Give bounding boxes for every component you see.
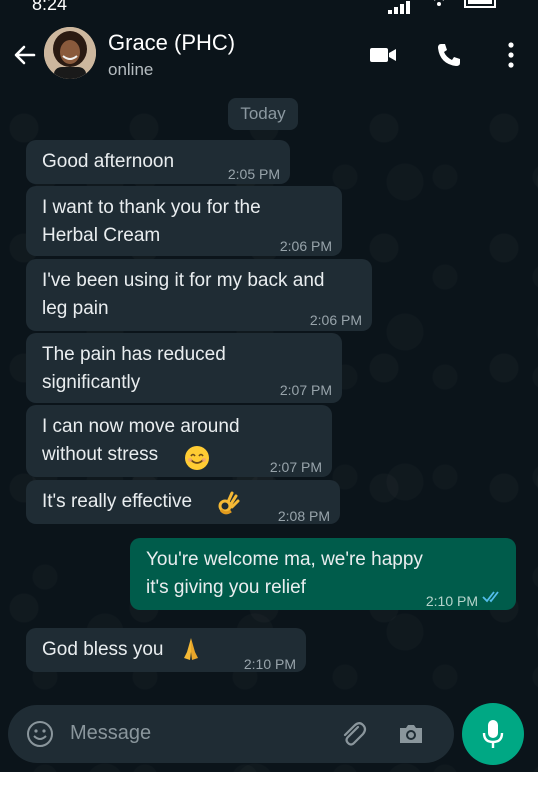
message-text: I've been using it for my back and leg p… [42, 270, 325, 319]
video-call-icon[interactable] [366, 38, 400, 72]
message-bubble-incoming[interactable]: I've been using it for my back and leg p… [26, 259, 372, 331]
message-time: 2:06 PM [279, 238, 332, 254]
camera-icon[interactable] [396, 719, 426, 749]
microphone-icon [482, 720, 504, 748]
message-text: The pain has reduced significantly [42, 344, 226, 393]
message-time: 2:10 PM [425, 593, 478, 609]
message-bubble-incoming[interactable]: God bless you 2:10 PM [26, 628, 306, 672]
message-bubble-incoming[interactable]: I want to thank you for the Herbal Cream… [26, 186, 342, 256]
message-text: God bless you [42, 639, 164, 660]
message-text: It's really effective [42, 491, 193, 512]
contact-name[interactable]: Grace (PHC) [108, 30, 235, 56]
message-bubble-incoming[interactable]: The pain has reduced significantly 2:07 … [26, 333, 342, 403]
message-bubble-incoming[interactable]: Good afternoon 2:05 PM [26, 140, 290, 184]
status-time: 8:24 [32, 0, 68, 14]
signal-icon [388, 0, 412, 14]
folded-hands-icon [184, 638, 198, 660]
message-text: I want to thank you for the Herbal Cream [42, 197, 261, 246]
voice-message-button[interactable] [462, 703, 524, 765]
message-input[interactable]: Message [70, 722, 151, 745]
message-bubble-incoming[interactable]: It's really effective 2:08 PM [26, 480, 340, 524]
smiling-face-icon [185, 446, 209, 470]
read-receipt-icon [482, 591, 499, 603]
battery-icon [464, 0, 496, 8]
message-text: You're welcome ma, we're happy it's givi… [146, 549, 423, 598]
contact-avatar[interactable] [44, 27, 96, 79]
message-time: 2:06 PM [309, 312, 362, 328]
message-time: 2:05 PM [227, 166, 280, 182]
message-text: Good afternoon [42, 151, 175, 172]
more-options-icon[interactable] [494, 38, 528, 72]
message-time: 2:07 PM [279, 382, 332, 398]
ok-hand-icon [218, 491, 240, 515]
message-time: 2:10 PM [243, 656, 296, 672]
voice-call-icon[interactable] [432, 38, 466, 72]
chat-header: Grace (PHC) online [0, 16, 538, 92]
message-composer[interactable]: Message [8, 705, 454, 763]
chat-screen: 8:24 Grace (PHC) online Today Good after… [0, 0, 538, 772]
message-time: 2:08 PM [277, 508, 330, 524]
date-separator: Today [228, 98, 298, 130]
message-bubble-incoming[interactable]: I can now move around without stress 2:0… [26, 405, 332, 477]
attach-icon[interactable] [338, 719, 368, 749]
message-bubble-outgoing[interactable]: You're welcome ma, we're happy it's givi… [130, 538, 516, 610]
back-arrow-icon[interactable] [10, 40, 40, 70]
emoji-icon[interactable] [26, 720, 54, 748]
message-time: 2:07 PM [269, 459, 322, 475]
wifi-icon [434, 0, 444, 6]
contact-status: online [108, 60, 154, 79]
